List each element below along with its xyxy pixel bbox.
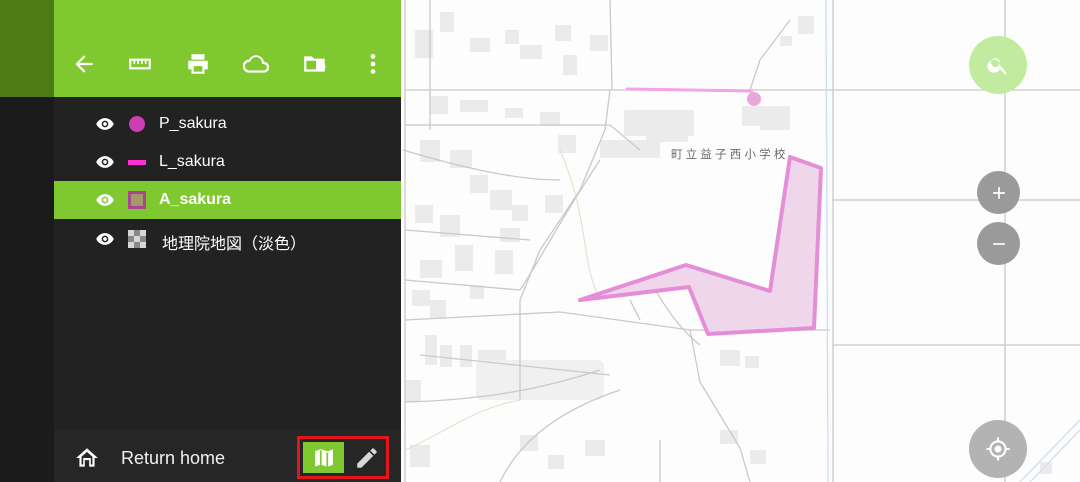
visibility-icon[interactable]: [94, 114, 116, 134]
a-sakura-polygon-feature[interactable]: [578, 155, 823, 336]
measure-button[interactable]: [120, 44, 160, 84]
zoom-in-button[interactable]: [977, 171, 1020, 214]
cloud-button[interactable]: [236, 44, 276, 84]
point-symbol-icon: [129, 116, 145, 132]
mode-switcher: [297, 436, 389, 479]
layer-name: L_sakura: [159, 153, 225, 170]
app-root: 町立益子西小学校 P_sakura L_sakura A_sakura 地理院地…: [0, 0, 1080, 482]
my-location-button[interactable]: [969, 420, 1027, 478]
visibility-icon[interactable]: [94, 229, 116, 249]
layer-name: P_sakura: [159, 115, 227, 132]
line-symbol-icon: [128, 160, 146, 165]
layer-name: 地理院地図（淡色）: [162, 236, 307, 253]
layer-row-l-sakura[interactable]: L_sakura: [54, 143, 401, 181]
edit-mode-button[interactable]: [349, 442, 385, 473]
tile-layer-icon: [128, 230, 146, 248]
drawer-toolbar: [54, 0, 401, 97]
cloud-icon: [243, 55, 269, 73]
l-sakura-line-feature[interactable]: [625, 87, 754, 93]
minus-icon: [992, 242, 1005, 245]
map-place-label: 町立益子西小学校: [671, 147, 789, 161]
plus-icon: [992, 186, 1005, 199]
polygon-symbol-icon: [128, 191, 146, 209]
print-button[interactable]: [178, 44, 218, 84]
map-mode-button[interactable]: [303, 442, 344, 473]
p-sakura-point-feature[interactable]: [747, 92, 761, 106]
bottom-bar: Return home: [54, 430, 401, 482]
drawer-edge-strip: [0, 0, 54, 482]
back-button[interactable]: [64, 44, 104, 84]
layer-drawer: P_sakura L_sakura A_sakura 地理院地図（淡色） Ret…: [54, 0, 401, 482]
search-button[interactable]: [969, 36, 1027, 94]
layer-row-a-sakura[interactable]: A_sakura: [54, 181, 401, 219]
ruler-icon: [129, 58, 151, 70]
search-icon: [987, 58, 1007, 75]
map-icon: [312, 446, 335, 469]
visibility-icon[interactable]: [94, 152, 116, 172]
home-icon[interactable]: [74, 445, 100, 471]
return-home-button[interactable]: Return home: [121, 448, 225, 469]
layer-row-p-sakura[interactable]: P_sakura: [54, 105, 401, 143]
folder-settings-icon: [304, 56, 326, 72]
arrow-back-icon: [75, 55, 93, 73]
pencil-icon: [357, 447, 377, 468]
project-settings-button[interactable]: [295, 44, 335, 84]
visibility-icon[interactable]: [94, 190, 116, 210]
gps-locate-icon: [986, 437, 1010, 461]
print-icon: [188, 54, 208, 74]
layer-row-basemap[interactable]: 地理院地図（淡色）: [54, 220, 401, 258]
layer-name: A_sakura: [159, 191, 232, 208]
more-menu-button[interactable]: [353, 44, 393, 84]
more-vert-icon: [370, 54, 376, 74]
zoom-out-button[interactable]: [977, 222, 1020, 265]
